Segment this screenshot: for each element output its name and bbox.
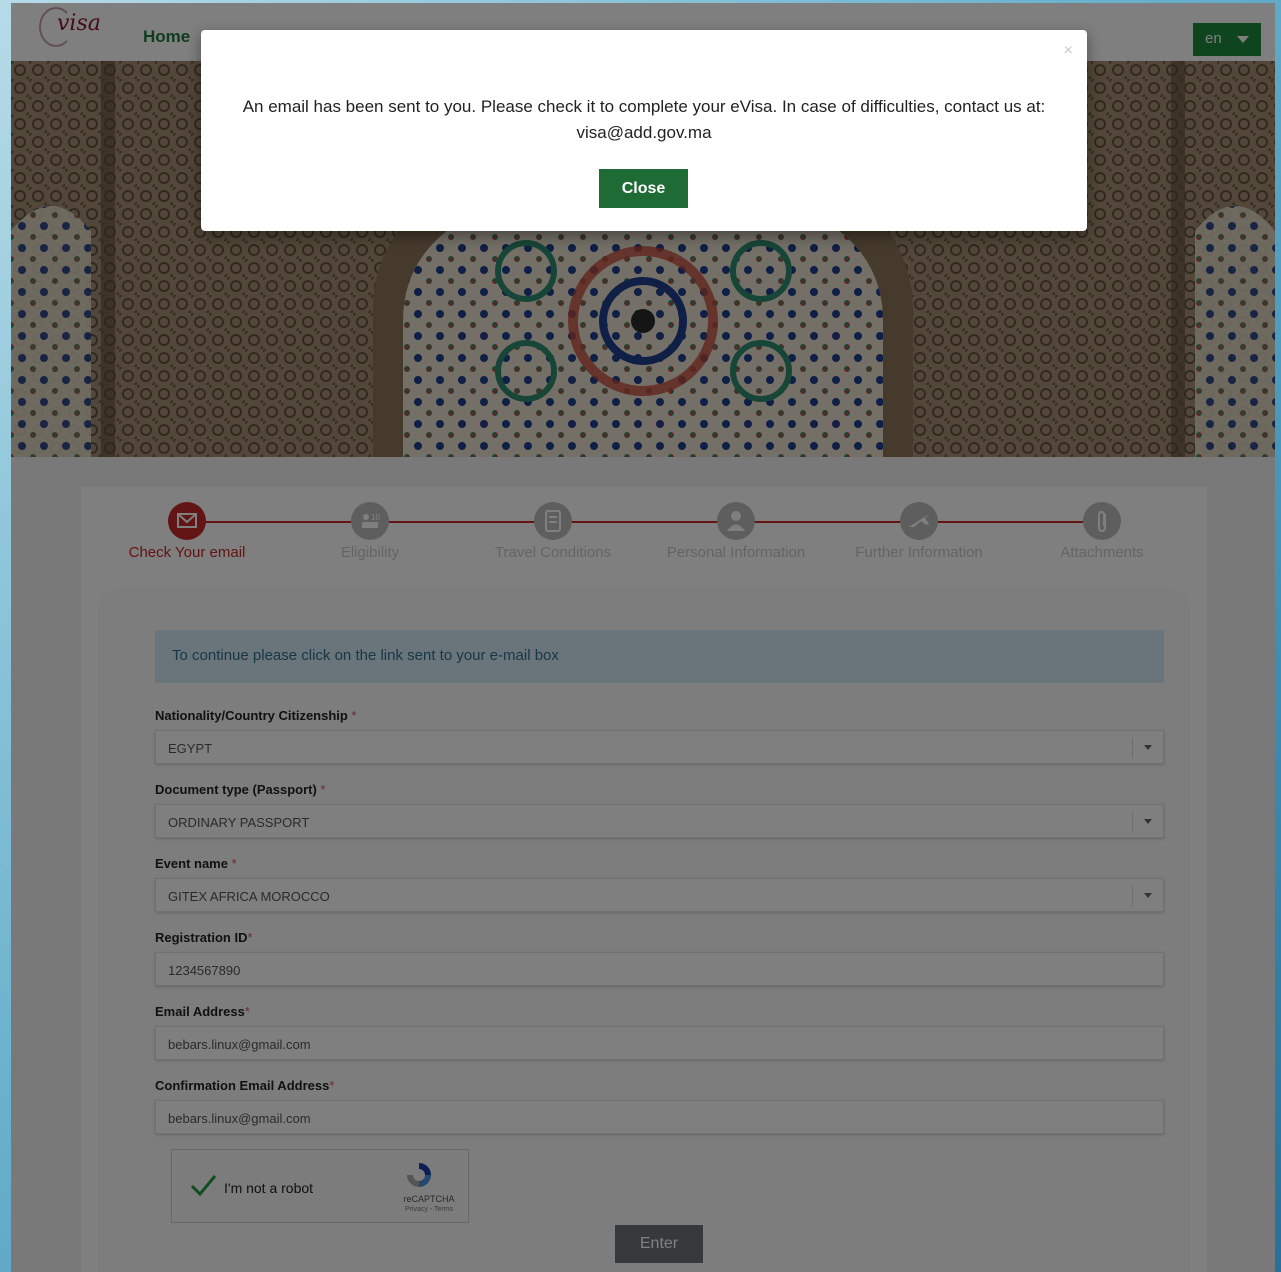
browser-page: visa Home en — [11, 3, 1275, 1272]
close-button[interactable]: Close — [599, 169, 688, 208]
email-sent-modal: × An email has been sent to you. Please … — [201, 30, 1087, 231]
modal-message: An email has been sent to you. Please ch… — [242, 97, 1046, 142]
close-icon[interactable]: × — [1064, 42, 1073, 60]
